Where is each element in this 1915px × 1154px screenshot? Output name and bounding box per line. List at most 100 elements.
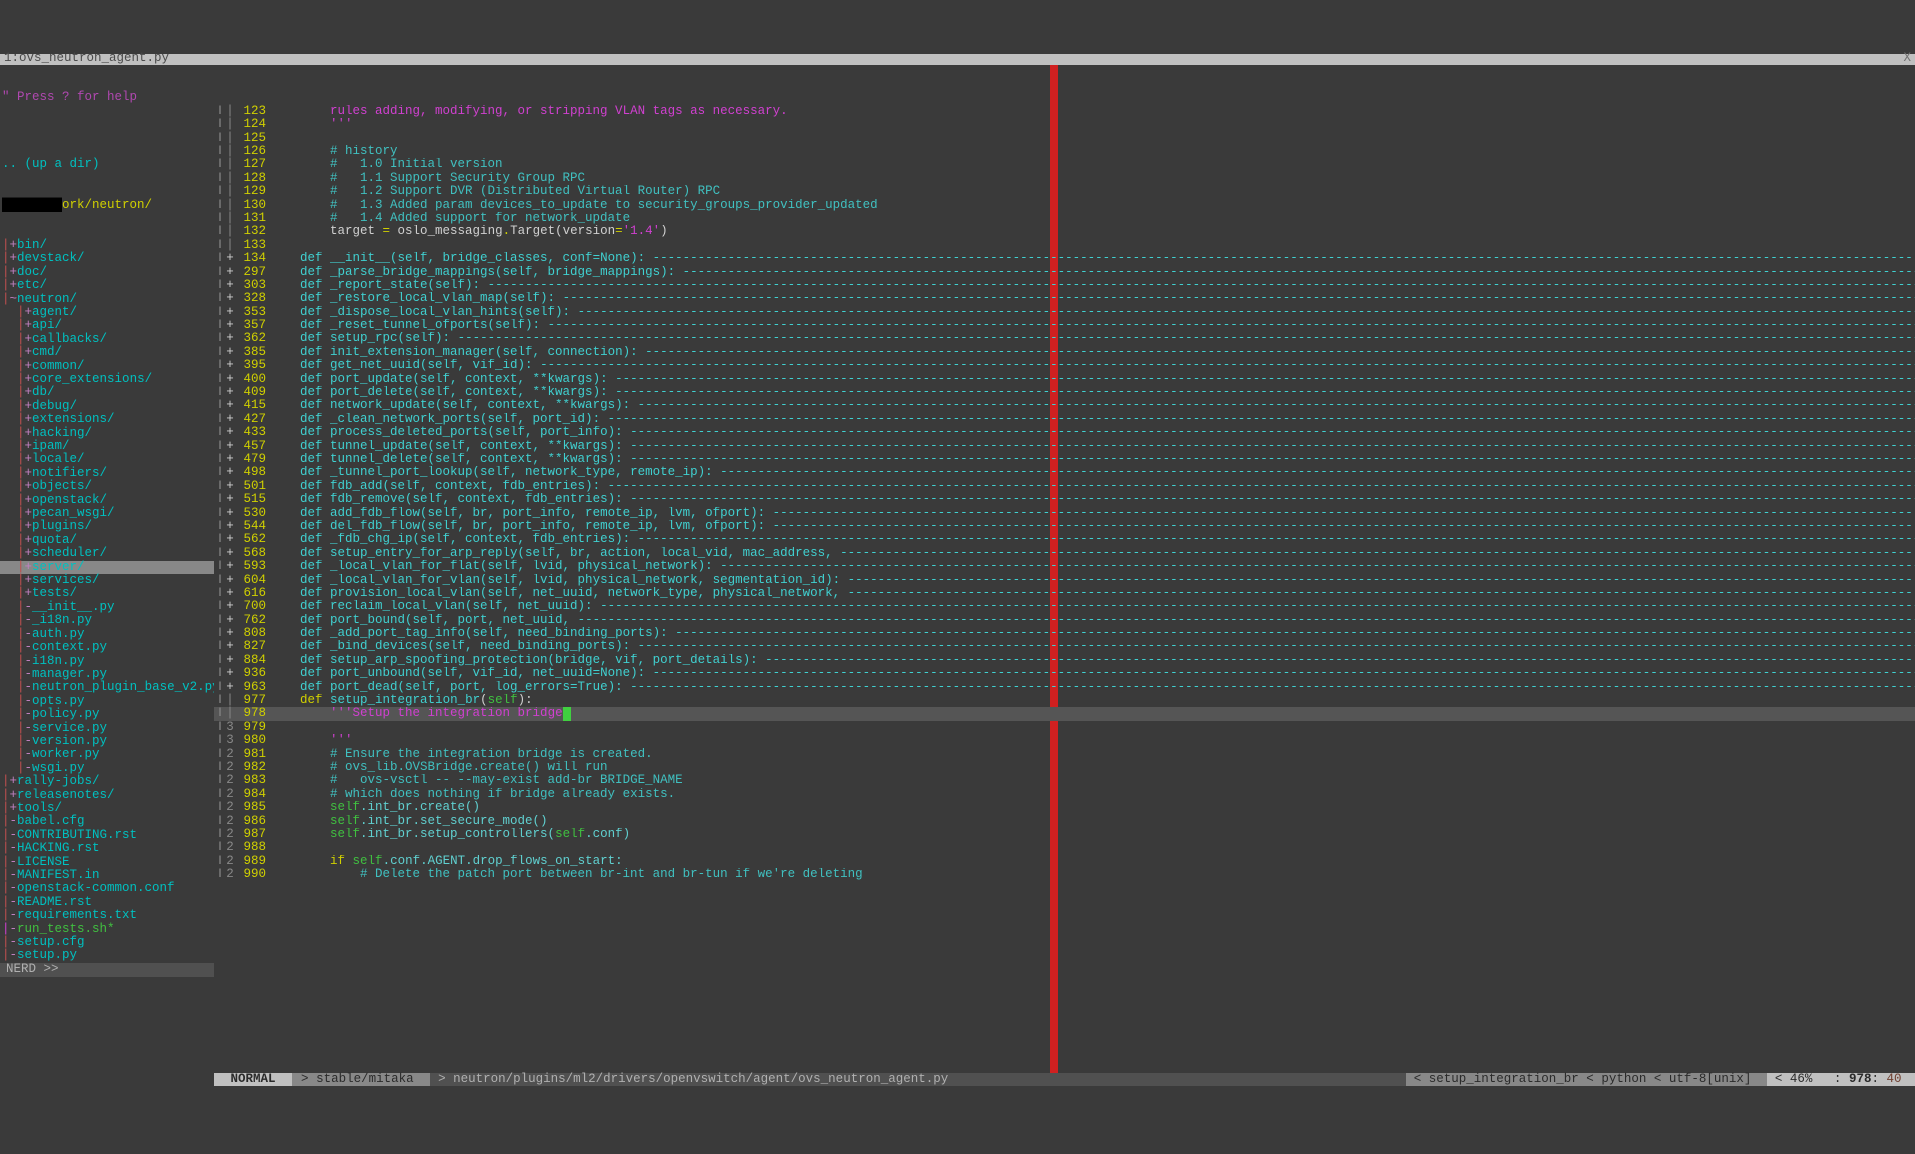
nerdtree-file[interactable]: |-manager.py: [0, 668, 214, 681]
fold-line[interactable]: ‖+303 def _report_state(self): ---------…: [214, 279, 1915, 292]
nerdtree-dir[interactable]: |+pecan_wsgi/: [0, 507, 214, 520]
code-line[interactable]: ‖|132 target = oslo_messaging.Target(ver…: [214, 225, 1915, 238]
nerdtree-root[interactable]: ████████ork/neutron/: [0, 199, 214, 212]
nerdtree-file[interactable]: |-LICENSE: [0, 856, 214, 869]
editor-pane[interactable]: ‖|123 rules adding, modifying, or stripp…: [214, 65, 1915, 1087]
nerdtree-file[interactable]: |-MANIFEST.in: [0, 869, 214, 882]
code-line[interactable]: ‖2986 self.int_br.set_secure_mode(): [214, 815, 1915, 828]
fold-line[interactable]: ‖+297 def _parse_bridge_mappings(self, b…: [214, 266, 1915, 279]
nerdtree-file[interactable]: |-worker.py: [0, 748, 214, 761]
nerdtree-file[interactable]: |-neutron_plugin_base_v2.py: [0, 681, 214, 694]
code-line[interactable]: ‖2985 self.int_br.create(): [214, 801, 1915, 814]
nerdtree-dir[interactable]: |+objects/: [0, 480, 214, 493]
nerdtree-dir[interactable]: |+scheduler/: [0, 547, 214, 560]
code-line[interactable]: ‖|123 rules adding, modifying, or stripp…: [214, 105, 1915, 118]
nerdtree-dir[interactable]: |+server/: [0, 561, 214, 574]
fold-line[interactable]: ‖+395 def get_net_uuid(self, vif_id): --…: [214, 359, 1915, 372]
nerdtree-dir[interactable]: |+etc/: [0, 279, 214, 292]
nerdtree-file[interactable]: |-run_tests.sh*: [0, 923, 214, 936]
code-line[interactable]: ‖2990 # Delete the patch port between br…: [214, 868, 1915, 881]
fold-line[interactable]: ‖+544 def del_fdb_flow(self, br, port_in…: [214, 520, 1915, 533]
code-line[interactable]: ‖|978 '''Setup the integration bridge: [214, 707, 1915, 720]
fold-line[interactable]: ‖+884 def setup_arp_spoofing_protection(…: [214, 654, 1915, 667]
fold-line[interactable]: ‖+400 def port_update(self, context, **k…: [214, 373, 1915, 386]
code-line[interactable]: ‖2982 # ovs_lib.OVSBridge.create() will …: [214, 761, 1915, 774]
nerdtree-file[interactable]: |-context.py: [0, 641, 214, 654]
fold-line[interactable]: ‖+501 def fdb_add(self, context, fdb_ent…: [214, 480, 1915, 493]
nerdtree-dir[interactable]: |+tools/: [0, 802, 214, 815]
fold-line[interactable]: ‖+936 def port_unbound(self, vif_id, net…: [214, 667, 1915, 680]
nerdtree-file[interactable]: |-_i18n.py: [0, 614, 214, 627]
nerdtree-dir[interactable]: |+ipam/: [0, 440, 214, 453]
nerdtree-dir[interactable]: |+notifiers/: [0, 467, 214, 480]
nerdtree-dir[interactable]: |+debug/: [0, 400, 214, 413]
nerdtree-file[interactable]: |-setup.py: [0, 949, 214, 962]
nerdtree-dir[interactable]: |+core_extensions/: [0, 373, 214, 386]
nerdtree-dir[interactable]: |+openstack/: [0, 494, 214, 507]
nerdtree-dir[interactable]: |+rally-jobs/: [0, 775, 214, 788]
nerdtree-file[interactable]: |-requirements.txt: [0, 909, 214, 922]
nerdtree-dir[interactable]: |+releasenotes/: [0, 789, 214, 802]
nerdtree-file[interactable]: |-opts.py: [0, 695, 214, 708]
fold-line[interactable]: ‖+433 def process_deleted_ports(self, po…: [214, 426, 1915, 439]
fold-line[interactable]: ‖+415 def network_update(self, context, …: [214, 399, 1915, 412]
nerdtree-dir[interactable]: |+locale/: [0, 453, 214, 466]
code-line[interactable]: ‖|133: [214, 239, 1915, 252]
nerdtree-dir[interactable]: |+api/: [0, 319, 214, 332]
fold-line[interactable]: ‖+593 def _local_vlan_for_flat(self, lvi…: [214, 560, 1915, 573]
fold-line[interactable]: ‖+357 def _reset_tunnel_ofports(self): -…: [214, 319, 1915, 332]
code-line[interactable]: ‖|125: [214, 132, 1915, 145]
fold-line[interactable]: ‖+515 def fdb_remove(self, context, fdb_…: [214, 493, 1915, 506]
nerdtree-file[interactable]: |-auth.py: [0, 628, 214, 641]
fold-line[interactable]: ‖+385 def init_extension_manager(self, c…: [214, 346, 1915, 359]
code-line[interactable]: ‖3980 ''': [214, 734, 1915, 747]
nerdtree-dir[interactable]: |+hacking/: [0, 427, 214, 440]
nerdtree-dir[interactable]: |+services/: [0, 574, 214, 587]
fold-line[interactable]: ‖+827 def _bind_devices(self, need_bindi…: [214, 640, 1915, 653]
nerdtree-file[interactable]: |-i18n.py: [0, 655, 214, 668]
fold-line[interactable]: ‖+498 def _tunnel_port_lookup(self, netw…: [214, 466, 1915, 479]
nerdtree-file[interactable]: |-service.py: [0, 722, 214, 735]
fold-line[interactable]: ‖+409 def port_delete(self, context, **k…: [214, 386, 1915, 399]
nerdtree-panel[interactable]: " Press ? for help .. (up a dir) ███████…: [0, 65, 214, 1087]
nerdtree-dir[interactable]: |+common/: [0, 360, 214, 373]
fold-line[interactable]: ‖+762 def port_bound(self, port, net_uui…: [214, 614, 1915, 627]
code-line[interactable]: ‖2988: [214, 841, 1915, 854]
nerdtree-file[interactable]: |-README.rst: [0, 896, 214, 909]
fold-line[interactable]: ‖+604 def _local_vlan_for_vlan(self, lvi…: [214, 574, 1915, 587]
nerdtree-updir[interactable]: .. (up a dir): [0, 158, 214, 171]
nerdtree-dir[interactable]: |+extensions/: [0, 413, 214, 426]
nerdtree-file[interactable]: |-policy.py: [0, 708, 214, 721]
code-line[interactable]: ‖|130 # 1.3 Added param devices_to_updat…: [214, 199, 1915, 212]
code-line[interactable]: ‖2981 # Ensure the integration bridge is…: [214, 748, 1915, 761]
nerdtree-dir[interactable]: |~neutron/: [0, 293, 214, 306]
nerdtree-dir[interactable]: |+plugins/: [0, 520, 214, 533]
nerdtree-file[interactable]: |-__init__.py: [0, 601, 214, 614]
nerdtree-file[interactable]: |-setup.cfg: [0, 936, 214, 949]
code-line[interactable]: ‖|129 # 1.2 Support DVR (Distributed Vir…: [214, 185, 1915, 198]
nerdtree-dir[interactable]: |+tests/: [0, 587, 214, 600]
nerdtree-file[interactable]: |-openstack-common.conf: [0, 882, 214, 895]
nerdtree-dir[interactable]: |+doc/: [0, 266, 214, 279]
nerdtree-dir[interactable]: |+db/: [0, 386, 214, 399]
fold-line[interactable]: ‖+328 def _restore_local_vlan_map(self):…: [214, 292, 1915, 305]
fold-line[interactable]: ‖+616 def provision_local_vlan(self, net…: [214, 587, 1915, 600]
code-line[interactable]: ‖3979: [214, 721, 1915, 734]
fold-line[interactable]: ‖+530 def add_fdb_flow(self, br, port_in…: [214, 507, 1915, 520]
fold-line[interactable]: ‖+963 def port_dead(self, port, log_erro…: [214, 681, 1915, 694]
fold-line[interactable]: ‖+362 def setup_rpc(self): -------------…: [214, 332, 1915, 345]
code-line[interactable]: ‖2987 self.int_br.setup_controllers(self…: [214, 828, 1915, 841]
fold-line[interactable]: ‖+568 def setup_entry_for_arp_reply(self…: [214, 547, 1915, 560]
fold-line[interactable]: ‖+700 def reclaim_local_vlan(self, net_u…: [214, 600, 1915, 613]
code-line[interactable]: ‖|131 # 1.4 Added support for network_up…: [214, 212, 1915, 225]
fold-line[interactable]: ‖+353 def _dispose_local_vlan_hints(self…: [214, 306, 1915, 319]
code-line[interactable]: ‖|126 # history: [214, 145, 1915, 158]
nerdtree-file[interactable]: |-CONTRIBUTING.rst: [0, 829, 214, 842]
code-line[interactable]: ‖|977 def setup_integration_br(self):: [214, 694, 1915, 707]
code-line[interactable]: ‖2989 if self.conf.AGENT.drop_flows_on_s…: [214, 855, 1915, 868]
code-line[interactable]: ‖|124 ''': [214, 118, 1915, 131]
nerdtree-dir[interactable]: |+cmd/: [0, 346, 214, 359]
code-line[interactable]: ‖|128 # 1.1 Support Security Group RPC: [214, 172, 1915, 185]
nerdtree-file[interactable]: |-wsgi.py: [0, 762, 214, 775]
fold-line[interactable]: ‖+562 def _fdb_chg_ip(self, context, fdb…: [214, 533, 1915, 546]
